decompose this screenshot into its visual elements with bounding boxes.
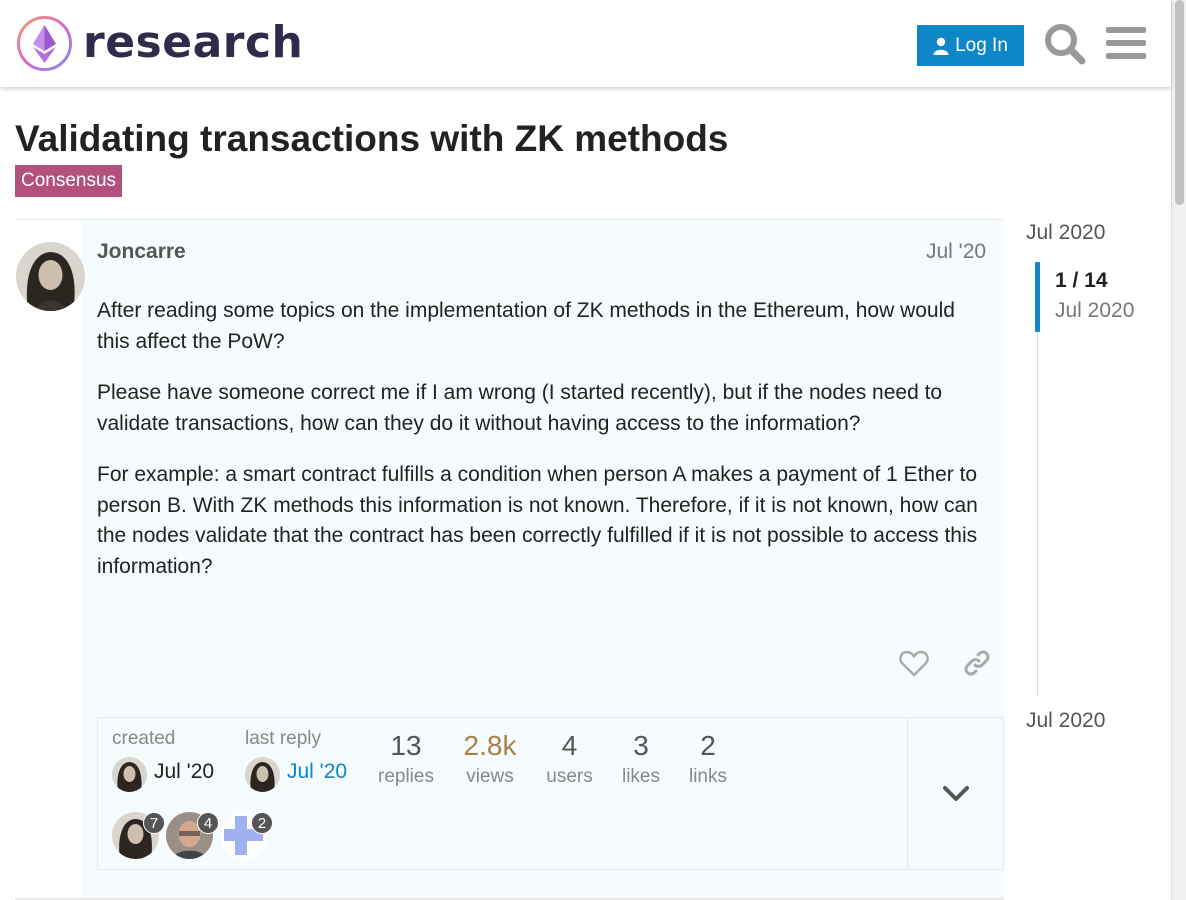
users-stat: 4 users xyxy=(542,732,597,788)
search-icon[interactable] xyxy=(1043,22,1087,66)
link-icon[interactable] xyxy=(962,648,992,678)
heart-icon[interactable] xyxy=(899,649,929,677)
stat-label: replies xyxy=(378,766,434,787)
page-scrollbar[interactable] xyxy=(1171,0,1186,900)
user-icon xyxy=(933,37,949,55)
timeline-handle[interactable] xyxy=(1035,262,1040,332)
stat-label: views xyxy=(466,766,514,787)
creator-avatar-image xyxy=(112,757,147,792)
stat-number: 2 xyxy=(700,730,716,761)
participant-post-count: 7 xyxy=(143,812,165,834)
hamburger-menu-icon[interactable] xyxy=(1106,25,1146,61)
last-reply-label: last reply xyxy=(245,728,322,749)
stat-number: 3 xyxy=(633,730,649,761)
stat-label: likes xyxy=(621,766,660,787)
chevron-down-icon xyxy=(943,785,969,801)
created-label: created xyxy=(112,728,176,749)
user-avatar-image xyxy=(16,242,85,311)
scrollbar-thumb[interactable] xyxy=(1175,0,1184,205)
timeline-end-date[interactable]: Jul 2020 xyxy=(1026,709,1105,733)
replies-stat: 13 replies xyxy=(376,732,436,788)
login-button[interactable]: Log In xyxy=(917,25,1024,66)
logo-icon xyxy=(17,16,72,71)
avatar[interactable] xyxy=(112,757,147,792)
created-date[interactable]: Jul '20 xyxy=(154,760,214,784)
stat-label: links xyxy=(688,766,727,787)
participant-post-count: 4 xyxy=(197,812,219,834)
timeline-position: 1 / 14 xyxy=(1055,269,1108,292)
stat-label: users xyxy=(546,766,593,787)
post-paragraph: After reading some topics on the impleme… xyxy=(97,299,955,353)
post-paragraph: For example: a smart contract fulfills a… xyxy=(97,463,978,578)
stat-number: 2.8k xyxy=(463,730,517,761)
site-header: research Log In xyxy=(0,0,1171,87)
category-badge[interactable]: Consensus xyxy=(15,165,123,197)
site-logo[interactable]: research xyxy=(16,15,303,72)
participant-post-count: 2 xyxy=(251,812,273,834)
avatar[interactable] xyxy=(245,757,280,792)
post-date[interactable]: Jul '20 xyxy=(926,240,986,264)
post-paragraph: Please have someone correct me if I am w… xyxy=(97,381,943,435)
timeline-start-date[interactable]: Jul 2020 xyxy=(1026,221,1105,245)
topic-title[interactable]: Validating transactions with ZK methods xyxy=(15,118,728,160)
topic-map-expand-button[interactable] xyxy=(907,717,1004,870)
last-reply-date[interactable]: Jul '20 xyxy=(287,760,347,784)
post-username[interactable]: Joncarre xyxy=(97,240,186,264)
login-button-label: Log In xyxy=(955,34,1008,56)
timeline-position-date: Jul 2020 xyxy=(1055,299,1135,322)
logo-text: research xyxy=(83,16,304,68)
stat-number: 4 xyxy=(561,730,578,761)
avatar[interactable] xyxy=(16,242,85,311)
views-stat: 2.8k views xyxy=(455,732,525,788)
last-reply-avatar-image xyxy=(245,757,280,792)
stat-number: 13 xyxy=(390,730,422,761)
likes-stat: 3 likes xyxy=(616,732,666,788)
links-stat: 2 links xyxy=(683,732,733,788)
post-content: After reading some topics on the impleme… xyxy=(97,296,992,603)
